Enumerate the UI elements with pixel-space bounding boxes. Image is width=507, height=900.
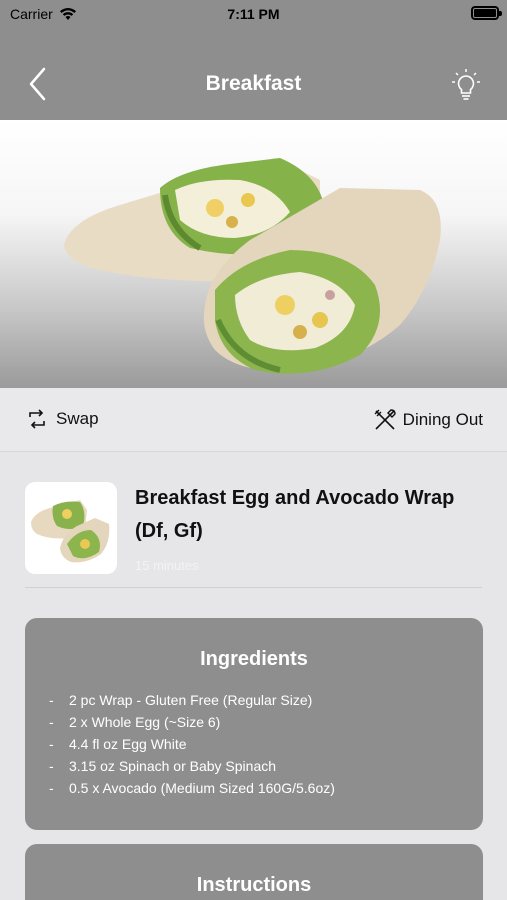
list-item: -2 x Whole Egg (~Size 6) <box>49 711 483 733</box>
ingredients-card: Ingredients -2 pc Wrap - Gluten Free (Re… <box>25 618 483 830</box>
dining-out-button[interactable]: Dining Out <box>373 408 483 432</box>
lightbulb-icon[interactable] <box>451 68 481 102</box>
status-bar: Carrier 7:11 PM <box>0 0 507 30</box>
battery-icon <box>471 6 502 20</box>
ingredient-text: 2 pc Wrap - Gluten Free (Regular Size) <box>69 692 313 708</box>
ingredient-text: 4.4 fl oz Egg White <box>69 736 187 752</box>
status-time: 7:11 PM <box>227 6 280 22</box>
list-item: -2 pc Wrap - Gluten Free (Regular Size) <box>49 689 483 711</box>
list-item: -4.4 fl oz Egg White <box>49 733 483 755</box>
ingredient-text: 0.5 x Avocado (Medium Sized 160G/5.6oz) <box>69 780 335 796</box>
dining-out-label: Dining Out <box>402 410 483 429</box>
navigation-bar: Breakfast <box>0 30 507 120</box>
instructions-title: Instructions <box>196 874 312 896</box>
ingredient-text: 2 x Whole Egg (~Size 6) <box>69 714 221 730</box>
wrap-thumbnail-image <box>31 500 110 563</box>
recipe-thumbnail <box>25 482 117 574</box>
recipe-duration: 15 minutes <box>135 558 199 573</box>
swap-button[interactable]: Swap <box>26 408 99 430</box>
ingredient-text: 3.15 oz Spinach or Baby Spinach <box>69 758 277 774</box>
recipe-name: Breakfast Egg and Avocado Wrap (Df, Gf) <box>135 487 455 542</box>
swap-icon <box>29 409 45 429</box>
swap-label: Swap <box>56 409 99 428</box>
wrap-photo <box>64 158 441 374</box>
recipe-hero-image <box>0 120 507 388</box>
ingredients-title: Ingredients <box>200 648 308 670</box>
instructions-card: Instructions <box>25 844 483 900</box>
ingredients-list: -2 pc Wrap - Gluten Free (Regular Size) … <box>25 689 483 799</box>
recipe-header: Breakfast Egg and Avocado Wrap (Df, Gf) … <box>25 480 482 588</box>
fork-knife-icon <box>374 409 396 430</box>
action-bar: Swap Dining Out <box>0 388 507 452</box>
list-item: -3.15 oz Spinach or Baby Spinach <box>49 755 483 777</box>
list-item: -0.5 x Avocado (Medium Sized 160G/5.6oz) <box>49 777 483 799</box>
page-title: Breakfast <box>205 72 302 95</box>
